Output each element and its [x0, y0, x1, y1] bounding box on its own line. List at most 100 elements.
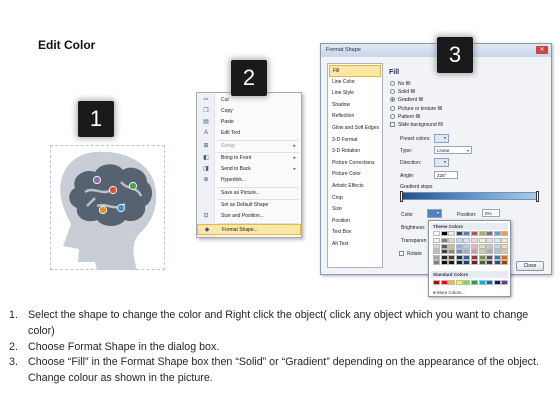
radio-button[interactable] — [390, 105, 395, 111]
theme-shade-swatch[interactable] — [455, 260, 463, 266]
close-button[interactable]: Close — [516, 261, 544, 271]
standard-color-swatch[interactable] — [478, 280, 486, 285]
theme-shade-swatch[interactable] — [486, 260, 494, 266]
radio-button[interactable] — [390, 113, 395, 119]
position-input[interactable]: 0% — [482, 209, 500, 217]
theme-shade-swatch[interactable] — [470, 260, 478, 266]
theme-shade-swatch[interactable] — [486, 243, 494, 249]
theme-shade-swatch[interactable] — [470, 254, 478, 260]
theme-color-swatch[interactable] — [463, 231, 471, 236]
theme-shade-swatch[interactable] — [486, 249, 494, 255]
theme-color-swatch[interactable] — [455, 231, 463, 236]
preset-colors-button[interactable]: ▾ — [434, 134, 449, 143]
standard-color-swatch[interactable] — [455, 280, 463, 285]
rotate-checkbox[interactable] — [399, 251, 404, 256]
category-artistic-effects[interactable]: Artistic Effects — [329, 181, 381, 193]
menu-item-send-to-back[interactable]: ◨ Send to Back ▸ — [197, 164, 301, 175]
standard-color-swatch[interactable] — [470, 280, 478, 285]
more-colors-link[interactable]: ■ More Colors... — [433, 290, 465, 295]
standard-color-swatch[interactable] — [463, 280, 471, 285]
menu-item-copy[interactable]: ❐ Copy — [197, 106, 301, 117]
standard-color-swatch[interactable] — [448, 280, 456, 285]
standard-color-swatch[interactable] — [501, 280, 509, 285]
brain-node[interactable] — [108, 185, 118, 195]
category-shadow[interactable]: Shadow — [329, 100, 381, 112]
theme-shade-swatch[interactable] — [501, 254, 509, 260]
category-3-d-format[interactable]: 3-D Format — [329, 135, 381, 147]
theme-shade-swatch[interactable] — [470, 238, 478, 243]
theme-color-swatch[interactable] — [486, 231, 494, 236]
menu-item-edit-text[interactable]: A Edit Text — [197, 128, 301, 139]
standard-color-swatch[interactable] — [433, 280, 440, 285]
theme-shade-swatch[interactable] — [440, 249, 448, 255]
category-glow-and-soft-edges[interactable]: Glow and Soft Edges — [329, 123, 381, 135]
rotate-with-shape-option[interactable]: Rotate — [399, 251, 422, 257]
theme-shade-swatch[interactable] — [470, 249, 478, 255]
theme-shade-swatch[interactable] — [433, 238, 440, 243]
theme-color-swatch[interactable] — [433, 231, 440, 236]
theme-shade-swatch[interactable] — [433, 254, 440, 260]
brain-node[interactable] — [92, 175, 102, 185]
category-alt-text[interactable]: Alt Text — [329, 239, 381, 251]
category-line-color[interactable]: Line Color — [329, 77, 381, 89]
gradient-stops-bar[interactable] — [400, 191, 539, 202]
category-picture-corrections[interactable]: Picture Corrections — [329, 158, 381, 170]
menu-item-hyperlink[interactable]: ⊕ Hyperlink... — [197, 175, 301, 186]
brain-node[interactable] — [128, 181, 138, 191]
theme-shade-swatch[interactable] — [440, 254, 448, 260]
color-button[interactable]: ▾ — [427, 209, 442, 218]
category-position[interactable]: Position — [329, 216, 381, 228]
menu-item-format-shape[interactable]: ◆ Format Shape... — [197, 223, 301, 235]
theme-shade-swatch[interactable] — [440, 238, 448, 243]
theme-shade-swatch[interactable] — [478, 260, 486, 266]
fill-option-no-fill[interactable]: No fill — [390, 80, 411, 88]
fill-option-slide-background-fill[interactable]: Slide background fill — [390, 121, 443, 129]
theme-shade-swatch[interactable] — [486, 238, 494, 243]
theme-shade-swatch[interactable] — [455, 238, 463, 243]
theme-shade-swatch[interactable] — [448, 260, 456, 266]
radio-button[interactable] — [390, 81, 395, 86]
close-icon[interactable]: ✕ — [536, 46, 548, 54]
theme-shade-swatch[interactable] — [501, 260, 509, 266]
fill-option-pattern-fill[interactable]: Pattern fill — [390, 113, 420, 121]
theme-shade-swatch[interactable] — [478, 249, 486, 255]
theme-color-swatch[interactable] — [493, 231, 501, 236]
theme-shade-swatch[interactable] — [493, 249, 501, 255]
theme-shade-swatch[interactable] — [493, 238, 501, 243]
theme-shade-swatch[interactable] — [448, 249, 456, 255]
category-crop[interactable]: Crop — [329, 193, 381, 205]
theme-shade-swatch[interactable] — [463, 254, 471, 260]
radio-button[interactable] — [390, 89, 395, 95]
theme-shade-swatch[interactable] — [440, 243, 448, 249]
fill-option-picture-or-texture-fill[interactable]: Picture or texture fill — [390, 105, 442, 113]
theme-shade-swatch[interactable] — [493, 243, 501, 249]
brain-node[interactable] — [98, 205, 108, 215]
category-fill[interactable]: Fill — [329, 65, 381, 77]
category-reflection[interactable]: Reflection — [329, 111, 381, 123]
theme-shade-swatch[interactable] — [433, 249, 440, 255]
theme-shade-swatch[interactable] — [501, 238, 509, 243]
angle-input[interactable]: 225° — [434, 171, 458, 179]
theme-shade-swatch[interactable] — [433, 260, 440, 266]
menu-item-cut[interactable]: ✂ Cut — [197, 95, 301, 106]
theme-shade-swatch[interactable] — [433, 243, 440, 249]
theme-color-swatch[interactable] — [478, 231, 486, 236]
theme-shade-swatch[interactable] — [448, 238, 456, 243]
theme-shade-swatch[interactable] — [478, 238, 486, 243]
standard-color-swatch[interactable] — [440, 280, 448, 285]
fill-option-solid-fill[interactable]: Solid fill — [390, 88, 415, 96]
theme-shade-swatch[interactable] — [455, 249, 463, 255]
theme-shade-swatch[interactable] — [448, 254, 456, 260]
theme-shade-swatch[interactable] — [448, 243, 456, 249]
menu-item-paste[interactable]: ▤ Paste — [197, 117, 301, 128]
category-line-style[interactable]: Line Style — [329, 88, 381, 100]
theme-shade-swatch[interactable] — [478, 254, 486, 260]
fill-option-gradient-fill[interactable]: Gradient fill — [390, 96, 423, 104]
theme-shade-swatch[interactable] — [440, 260, 448, 266]
theme-shade-swatch[interactable] — [493, 254, 501, 260]
category-text-box[interactable]: Text Box — [329, 227, 381, 239]
theme-shade-swatch[interactable] — [455, 254, 463, 260]
theme-shade-swatch[interactable] — [463, 238, 471, 243]
theme-color-swatch[interactable] — [440, 231, 448, 236]
theme-shade-swatch[interactable] — [493, 260, 501, 266]
